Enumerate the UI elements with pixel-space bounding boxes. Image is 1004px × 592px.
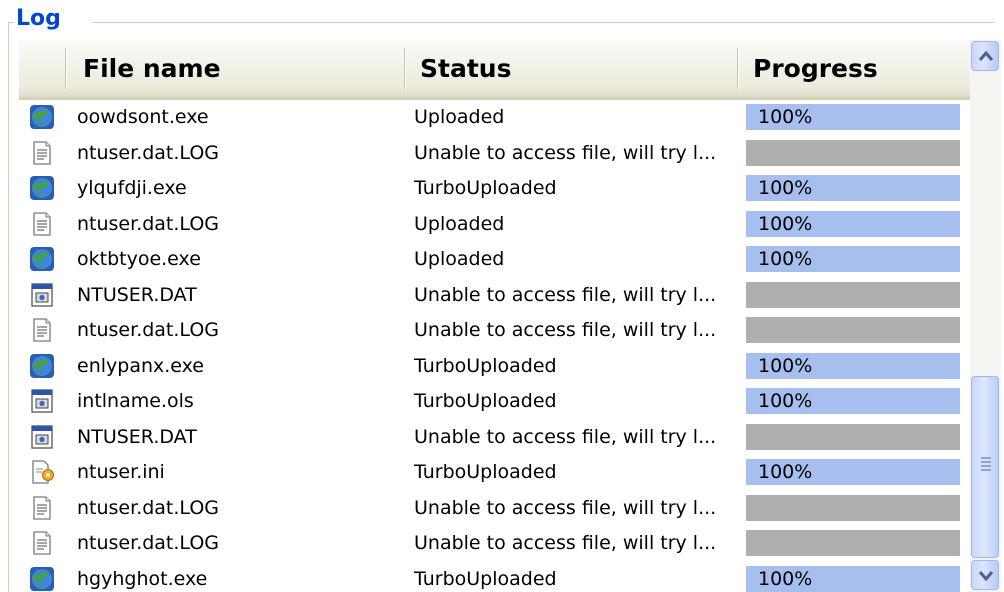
text-document-icon (29, 317, 55, 343)
table-row[interactable]: NTUSER.DAT Unable to access file, will tr… (19, 420, 971, 456)
status-cell: Uploaded (414, 248, 505, 270)
status-cell: Uploaded (414, 106, 505, 128)
arrow-up-icon (978, 50, 994, 61)
file-name-cell: ntuser.dat.LOG (77, 141, 220, 164)
header-file-name[interactable]: File name (69, 40, 404, 97)
text-document-icon (29, 140, 55, 166)
scroll-up-button[interactable] (971, 41, 999, 71)
file-name-cell: ntuser.dat.LOG (77, 212, 220, 235)
progress-bar (746, 317, 960, 343)
file-name-cell: intlname.ols (77, 390, 194, 412)
table-row[interactable]: oktbtyoe.exe Uploaded 100% (19, 242, 971, 278)
header-separator-highlight (66, 48, 67, 89)
globe-exe-icon (29, 566, 55, 592)
status-cell: Unable to access file, will try l... (414, 141, 717, 164)
groupbox-border-top-right (92, 22, 995, 23)
table-row[interactable]: intlname.ols TurboUploaded 100% (19, 384, 971, 420)
file-name-cell: hgyhghot.exe (77, 567, 208, 590)
grip-icon (981, 457, 991, 459)
file-name-cell: NTUSER.DAT (77, 283, 197, 306)
grip-icon (981, 465, 991, 467)
status-cell: TurboUploaded (414, 461, 557, 483)
progress-bar: 100% (746, 459, 960, 485)
progress-bar: 100% (746, 104, 960, 130)
vertical-scrollbar[interactable] (970, 40, 1001, 592)
status-cell: Unable to access file, will try l... (414, 532, 717, 554)
grip-icon (981, 461, 991, 463)
status-cell: Unable to access file, will try l... (414, 425, 717, 448)
arrow-down-icon (978, 571, 994, 581)
status-cell: TurboUploaded (414, 177, 557, 199)
progress-bar (746, 423, 960, 450)
progress-bar (746, 530, 960, 556)
status-cell: TurboUploaded (414, 354, 557, 377)
table-row[interactable]: ntuser.dat.LOG Unable to access file, wil… (19, 526, 971, 562)
table-row[interactable]: ntuser.ini TurboUploaded 100% (19, 455, 971, 491)
header-status[interactable]: Status (406, 40, 736, 97)
file-name-cell: NTUSER.DAT (77, 425, 197, 448)
system-file-icon (29, 282, 55, 308)
progress-bar: 100% (746, 388, 960, 414)
system-file-icon (29, 388, 55, 414)
progress-bar: 100% (746, 565, 960, 592)
table-row[interactable]: NTUSER.DAT Unable to access file, will tr… (19, 278, 971, 314)
table-row[interactable]: ntuser.dat.LOG Unable to access file, wil… (19, 136, 971, 172)
table-row[interactable]: hgyhghot.exe TurboUploaded 100% (19, 562, 971, 592)
file-name-cell: oktbtyoe.exe (77, 248, 201, 270)
list-header: File name Status Progress (19, 40, 971, 100)
progress-bar: 100% (746, 175, 960, 201)
progress-bar: 100% (746, 352, 960, 379)
system-file-icon (29, 424, 55, 450)
table-row[interactable]: enlypanx.exe TurboUploaded 100% (19, 349, 971, 385)
status-cell: Unable to access file, will try l... (414, 283, 717, 306)
globe-exe-icon (29, 353, 55, 379)
table-row[interactable]: ntuser.dat.LOG Uploaded 100% (19, 207, 971, 243)
globe-exe-icon (29, 104, 55, 130)
globe-exe-icon (29, 175, 55, 201)
file-name-cell: ylqufdji.exe (77, 177, 187, 199)
status-cell: Uploaded (414, 212, 505, 235)
progress-bar (746, 494, 960, 521)
progress-bar (746, 139, 960, 166)
status-cell: TurboUploaded (414, 390, 557, 412)
text-document-icon (29, 211, 55, 237)
file-name-cell: enlypanx.exe (77, 354, 204, 377)
header-icon-column[interactable] (19, 40, 65, 97)
settings-file-icon (29, 459, 55, 485)
groupbox-title: Log (16, 6, 61, 31)
status-cell: TurboUploaded (414, 567, 557, 590)
progress-bar: 100% (746, 246, 960, 272)
log-list-view[interactable]: File name Status Progress oowdsont.exe Up… (19, 40, 971, 592)
header-progress[interactable]: Progress (739, 40, 969, 97)
progress-bar: 100% (746, 210, 960, 237)
table-row[interactable]: oowdsont.exe Uploaded 100% (19, 100, 971, 136)
file-name-cell: ntuser.ini (77, 461, 165, 483)
file-name-cell: ntuser.dat.LOG (77, 496, 220, 519)
progress-bar (746, 281, 960, 308)
text-document-icon (29, 530, 55, 556)
status-cell: Unable to access file, will try l... (414, 496, 717, 519)
table-row[interactable]: ylqufdji.exe TurboUploaded 100% (19, 171, 971, 207)
groupbox-border-left (8, 22, 9, 592)
globe-exe-icon (29, 246, 55, 272)
scroll-thumb[interactable] (971, 376, 999, 558)
status-cell: Unable to access file, will try l... (414, 319, 717, 341)
grip-icon (981, 469, 991, 471)
file-name-cell: oowdsont.exe (77, 106, 209, 128)
scroll-down-button[interactable] (971, 560, 999, 590)
table-row[interactable]: ntuser.dat.LOG Unable to access file, wil… (19, 491, 971, 527)
text-document-icon (29, 495, 55, 521)
table-row[interactable]: ntuser.dat.LOG Unable to access file, wil… (19, 313, 971, 349)
file-name-cell: ntuser.dat.LOG (77, 532, 220, 554)
file-name-cell: ntuser.dat.LOG (77, 319, 220, 341)
